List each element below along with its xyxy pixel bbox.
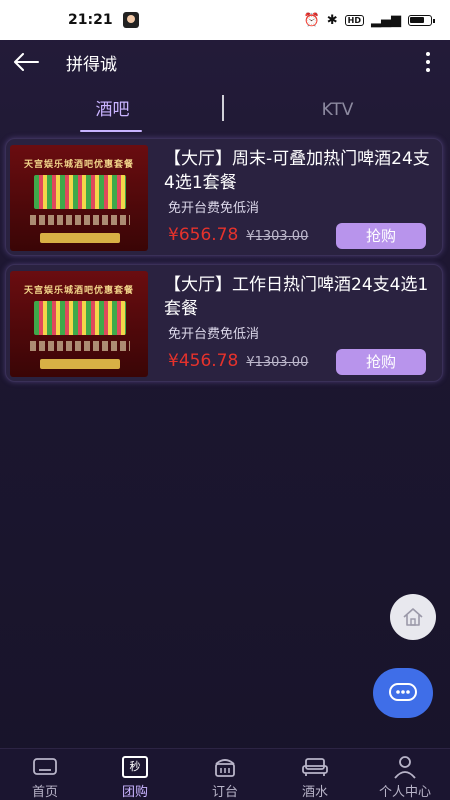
nav-item-drinks[interactable]: 酒水 <box>270 749 360 800</box>
deal-price: ¥656.78 <box>168 225 239 245</box>
buy-button[interactable]: 抢购 <box>336 349 426 375</box>
buy-button[interactable]: 抢购 <box>336 223 426 249</box>
deal-subtitle: 免开台费免低消 <box>168 201 260 216</box>
more-button[interactable] <box>420 48 436 76</box>
nav-item-profile[interactable]: 个人中心 <box>360 749 450 800</box>
float-home-button[interactable] <box>390 594 436 640</box>
status-bar: 21:21 ⏰ ✱ HD ▂▄▆ <box>0 0 450 40</box>
float-chat-button[interactable] <box>373 668 433 718</box>
person-icon <box>391 753 419 780</box>
deal-title: 【大厅】工作日热门啤酒24支4选1套餐 <box>164 275 429 319</box>
home-icon <box>403 608 423 626</box>
deal-image: 天宫娱乐城酒吧优惠套餐 <box>10 145 148 251</box>
original-price: ¥1303.00 <box>246 229 309 244</box>
deal-image: 天宫娱乐城酒吧优惠套餐 <box>10 271 148 377</box>
deal-card[interactable]: 天宫娱乐城酒吧优惠套餐 【大厅】工作日热门啤酒24支4选1套餐 免开台费免低消 … <box>5 264 443 382</box>
nav-label: 首页 <box>31 785 58 800</box>
nav-label: 团购 <box>121 785 148 800</box>
sofa-icon <box>301 753 329 780</box>
hd-icon: HD <box>344 14 364 26</box>
deal-price: ¥456.78 <box>168 351 239 371</box>
battery-icon <box>408 14 435 26</box>
alarm-icon: ⏰ <box>303 12 320 28</box>
signal-icon: ▂▄▆ <box>371 12 401 28</box>
status-time: 21:21 <box>68 12 113 28</box>
page-title: 拼得诚 <box>66 54 117 75</box>
header: 拼得诚 <box>0 40 450 84</box>
more-vertical-icon <box>426 52 430 56</box>
deal-card[interactable]: 天宫娱乐城酒吧优惠套餐 【大厅】周末-可叠加热门啤酒24支4选1套餐 免开台费免… <box>5 138 443 256</box>
nav-label: 酒水 <box>301 785 328 800</box>
nav-item-home[interactable]: 首页 <box>0 749 90 800</box>
deal-subtitle: 免开台费免低消 <box>168 327 260 342</box>
chat-bubble-icon <box>389 683 417 701</box>
nav-item-groupbuy[interactable]: 秒 团购 <box>90 749 180 800</box>
miao-tag-icon: 秒 <box>122 755 148 778</box>
bluetooth-icon: ✱ <box>326 12 338 28</box>
app-avatar-icon <box>122 12 139 28</box>
back-button[interactable] <box>2 40 50 84</box>
nav-item-reserve[interactable]: 订台 <box>180 749 270 800</box>
category-tabs: 酒吧 KTV <box>0 88 450 132</box>
home-tv-icon <box>31 753 59 780</box>
bottom-nav: 首页 秒 团购 订台 酒水 个人中心 <box>0 748 450 800</box>
reserve-icon <box>211 753 239 780</box>
nav-label: 个人中心 <box>378 785 431 800</box>
nav-label: 订台 <box>211 785 238 800</box>
tab-bar[interactable]: 酒吧 <box>0 90 225 132</box>
original-price: ¥1303.00 <box>246 355 309 370</box>
deal-title: 【大厅】周末-可叠加热门啤酒24支4选1套餐 <box>164 149 430 193</box>
deal-image-title: 天宫娱乐城酒吧优惠套餐 <box>23 160 134 170</box>
deal-image-title: 天宫娱乐城酒吧优惠套餐 <box>23 286 134 296</box>
tab-divider <box>222 95 224 121</box>
tab-ktv[interactable]: KTV <box>225 90 450 130</box>
price-row: ¥456.78 ¥1303.00 <box>168 351 308 371</box>
arrow-left-icon <box>14 53 39 71</box>
price-row: ¥656.78 ¥1303.00 <box>168 225 308 245</box>
